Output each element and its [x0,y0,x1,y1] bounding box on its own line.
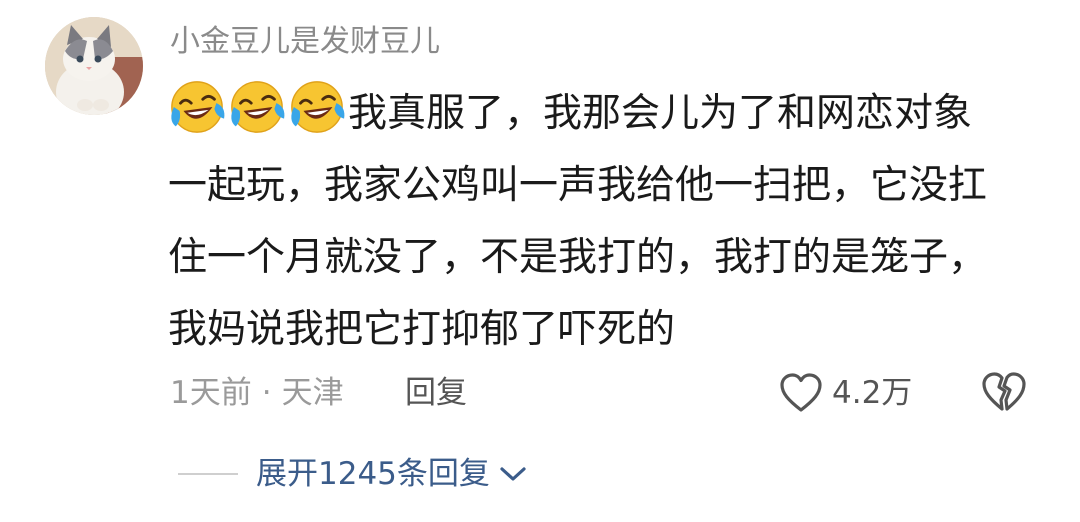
expand-replies-button[interactable]: 展开1245条回复 [256,452,528,496]
comment-time: 1天前 [170,375,252,411]
dislike-button[interactable] [980,370,1028,416]
reply-button[interactable]: 回复 [405,373,467,413]
avatar[interactable] [45,17,143,115]
laughing-tears-emoji-icon [171,81,225,133]
meta-separator: · [261,375,272,411]
comment-line-1-text: 我真服了，我那会儿为了和网恋对象 [348,91,973,136]
like-count: 4.2万 [832,375,913,411]
broken-heart-icon [982,372,1026,411]
comment-text: 我真服了，我那会儿为了和网恋对象 一起玩，我家公鸡叫一声我给他一扫把，它没扛 住… [168,78,1048,366]
cat-avatar-icon [45,17,143,115]
comment-meta: 1天前 · 天津 [170,373,344,413]
laughing-tears-emoji-icon [291,81,345,133]
comment-location: 天津 [281,375,344,411]
comment-line-4: 我妈说我把它打抑郁了吓死的 [168,307,676,352]
expand-replies-label: 展开1245条回复 [256,456,490,492]
chevron-down-icon [500,467,526,481]
comment-line-1: 我真服了，我那会儿为了和网恋对象 [168,78,1048,150]
like-button[interactable]: 4.2万 [778,370,912,416]
expand-divider [178,473,238,475]
username[interactable]: 小金豆儿是发财豆儿 [170,22,440,62]
comment-line-2: 一起玩，我家公鸡叫一声我给他一扫把，它没扛 [168,163,988,208]
laughing-tears-emoji-icon [231,81,285,133]
comment-line-3: 住一个月就没了，不是我打的，我打的是笼子， [168,235,988,280]
comment-item: 小金豆儿是发财豆儿 我真服了，我那会儿为了和网恋对象 一起玩，我家公鸡叫一声我给… [0,0,1080,522]
heart-outline-icon [780,373,822,412]
